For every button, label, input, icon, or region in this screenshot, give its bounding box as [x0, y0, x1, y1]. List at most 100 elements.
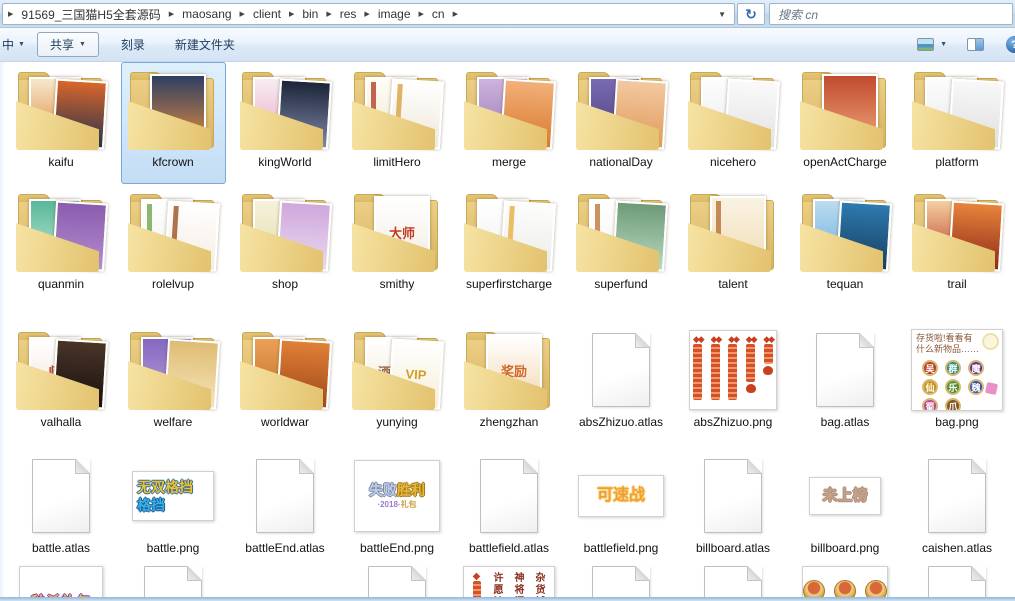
- file-item-merge[interactable]: merge: [457, 62, 562, 184]
- folder-icon: 酒店VIP: [350, 330, 444, 410]
- thumbnail-text: 格挡: [137, 497, 165, 513]
- file-item-trail[interactable]: trail: [905, 184, 1010, 322]
- thumbnail-text: 神将阁: [510, 572, 525, 597]
- file-item-superfirstcharge[interactable]: superfirstcharge: [457, 184, 562, 322]
- change-view-icon[interactable]: [917, 38, 934, 51]
- breadcrumb-item[interactable]: 91569_三国猫H5全套源码: [18, 6, 163, 23]
- file-item-kingWorld[interactable]: kingWorld: [233, 62, 338, 184]
- file-item-battlefield.png[interactable]: 可速战battlefield.png: [569, 448, 674, 562]
- thumbnail-text: 许愿池: [489, 572, 504, 597]
- faction-badge-icon: 仙: [922, 379, 938, 395]
- file-item-tequan[interactable]: tequan: [793, 184, 898, 322]
- folder-icon: [574, 70, 668, 150]
- file-item-absZhizuo.atlas[interactable]: absZhizuo.atlas: [569, 322, 674, 448]
- address-dropdown-icon[interactable]: ▼: [718, 10, 726, 19]
- file-icon-box: 无双格挡格挡: [124, 452, 222, 540]
- breadcrumb-item[interactable]: image: [375, 7, 414, 21]
- breadcrumb-arrow-icon: ▶: [8, 10, 13, 18]
- file-item[interactable]: [121, 562, 226, 597]
- document-icon: [704, 459, 762, 533]
- file-item-worldwar[interactable]: worldwar: [233, 322, 338, 448]
- include-partial-label: 中: [2, 36, 14, 53]
- gift-icon: [985, 382, 998, 395]
- folder-icon: [462, 192, 556, 272]
- refresh-button[interactable]: ↻: [737, 3, 765, 25]
- file-item-superfund[interactable]: superfund: [569, 184, 674, 322]
- thumbnail-text: 无双格挡: [137, 479, 193, 495]
- file-label: welfare: [154, 415, 193, 429]
- folder-icon: [126, 330, 220, 410]
- file-label: battleEnd.atlas: [245, 541, 324, 555]
- file-item[interactable]: ◆许愿池神将阁杂货铺登 道竞: [457, 562, 562, 597]
- burn-button[interactable]: 刻录: [113, 32, 153, 57]
- file-item[interactable]: [905, 562, 1010, 597]
- thumbnail-text: 杂货铺: [531, 572, 546, 597]
- file-item[interactable]: [681, 562, 786, 597]
- document-icon: [480, 459, 538, 533]
- breadcrumb-item[interactable]: maosang: [179, 7, 234, 21]
- file-item-shop[interactable]: shop: [233, 184, 338, 322]
- search-input[interactable]: 搜索 cn: [769, 3, 1013, 25]
- preview-pane-icon[interactable]: [967, 38, 984, 51]
- file-item-talent[interactable]: talent: [681, 184, 786, 322]
- breadcrumb-item[interactable]: client: [250, 7, 284, 21]
- file-item-smithy[interactable]: 大师smithy: [345, 184, 450, 322]
- file-item-battlefield.atlas[interactable]: battlefield.atlas: [457, 448, 562, 562]
- views-dropdown-icon[interactable]: ▼: [940, 41, 947, 48]
- file-item[interactable]: 秒杀礼包: [9, 562, 114, 597]
- file-icon-box: [236, 66, 334, 154]
- file-icon-box: [572, 326, 670, 414]
- thumbnail-text: 可速战: [597, 487, 645, 505]
- file-item-battle.atlas[interactable]: battle.atlas: [9, 448, 114, 562]
- thumbnail-text: 未上榜: [822, 487, 867, 504]
- file-icon-box: 存货啦!看看有 什么新物品……吴群魔仙乐魏蜀爪: [908, 326, 1006, 414]
- file-label: quanmin: [38, 277, 84, 291]
- file-item-battleEnd.atlas[interactable]: battleEnd.atlas: [233, 448, 338, 562]
- file-item-yunying[interactable]: 酒店VIPyunying: [345, 322, 450, 448]
- file-item-openActCharge[interactable]: openActCharge: [793, 62, 898, 184]
- file-item-limitHero[interactable]: limitHero: [345, 62, 450, 184]
- firecracker-head-icon: ◆◆: [746, 335, 756, 343]
- file-icon-box: [124, 326, 222, 414]
- file-item[interactable]: [345, 562, 450, 597]
- file-label: openActCharge: [803, 155, 886, 169]
- breadcrumb-item[interactable]: res: [337, 7, 360, 21]
- file-item-welfare[interactable]: welfare: [121, 322, 226, 448]
- file-item-absZhizuo.png[interactable]: ◆◆◆◆◆◆◆◆◆◆absZhizuo.png: [681, 322, 786, 448]
- file-icon-box: [684, 452, 782, 540]
- new-folder-button[interactable]: 新建文件夹: [167, 32, 243, 57]
- file-item-nationalDay[interactable]: nationalDay: [569, 62, 674, 184]
- file-item-bag.png[interactable]: 存货啦!看看有 什么新物品……吴群魔仙乐魏蜀爪bag.png: [905, 322, 1010, 448]
- document-icon: [928, 566, 986, 597]
- file-item-platform[interactable]: platform: [905, 62, 1010, 184]
- file-icon-box: 未上榜: [796, 452, 894, 540]
- file-item-battleEnd.png[interactable]: 失败 胜利·2018·礼包battleEnd.png: [345, 448, 450, 562]
- faction-badge-icon: 爪: [945, 398, 961, 411]
- thumbnail-text: 存货啦!看看有 什么新物品……: [916, 333, 979, 355]
- file-item-nicehero[interactable]: nicehero: [681, 62, 786, 184]
- file-item[interactable]: [569, 562, 674, 597]
- gold-badge-icon: [865, 580, 887, 597]
- breadcrumb-bar[interactable]: ▶ 91569_三国猫H5全套源码▶maosang▶client▶bin▶res…: [2, 3, 735, 25]
- file-item-valhalla[interactable]: 师valhalla: [9, 322, 114, 448]
- file-item-billboard.atlas[interactable]: billboard.atlas: [681, 448, 786, 562]
- file-item-billboard.png[interactable]: 未上榜billboard.png: [793, 448, 898, 562]
- file-item[interactable]: [233, 562, 338, 597]
- thumbnail-text: ·2018·: [377, 500, 400, 509]
- file-item-rolelvup[interactable]: rolelvup: [121, 184, 226, 322]
- help-icon[interactable]: ?: [1006, 36, 1015, 53]
- file-item-zhengzhan[interactable]: 奖励zhengzhan: [457, 322, 562, 448]
- file-item-kfcrown[interactable]: kfcrown: [121, 62, 226, 184]
- share-button[interactable]: 共享 ▼: [37, 32, 99, 57]
- include-in-library-button-partial[interactable]: 中 ▼: [2, 36, 25, 53]
- file-item-kaifu[interactable]: kaifu: [9, 62, 114, 184]
- file-item-caishen.atlas[interactable]: caishen.atlas: [905, 448, 1010, 562]
- breadcrumb-item[interactable]: cn: [429, 7, 448, 21]
- file-item-bag.atlas[interactable]: bag.atlas: [793, 322, 898, 448]
- document-icon: [816, 333, 874, 407]
- file-item-quanmin[interactable]: quanmin: [9, 184, 114, 322]
- folder-icon: 奖励: [462, 330, 556, 410]
- file-item[interactable]: [793, 562, 898, 597]
- breadcrumb-item[interactable]: bin: [299, 7, 321, 21]
- file-item-battle.png[interactable]: 无双格挡格挡battle.png: [121, 448, 226, 562]
